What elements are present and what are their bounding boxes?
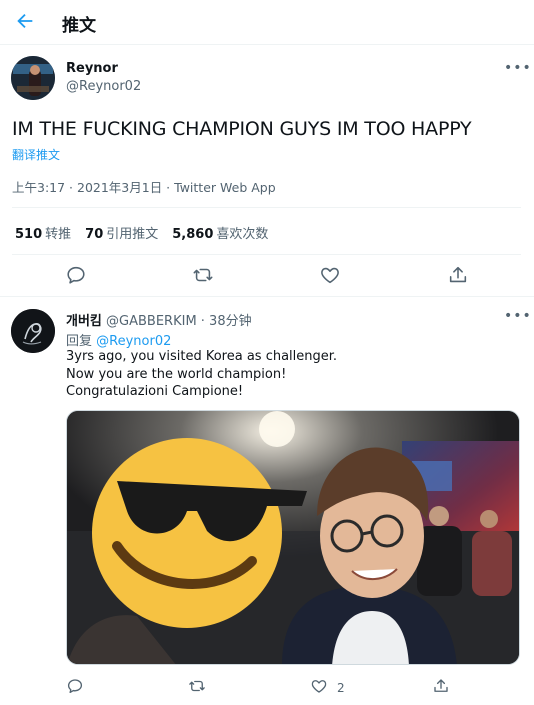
reply-text-line: Now you are the world champion! — [66, 367, 287, 382]
share-icon[interactable] — [432, 677, 450, 695]
reply-icon[interactable] — [66, 677, 84, 695]
replying-to: 回复 @Reynor02 — [66, 330, 171, 349]
reply-author-avatar[interactable] — [11, 309, 55, 353]
retweets-stat[interactable]: 510 转推 — [15, 223, 71, 242]
reply-text-line: Congratulazioni Campione! — [66, 384, 244, 399]
quotes-count: 70 — [85, 227, 104, 242]
divider — [12, 207, 521, 208]
quotes-stat[interactable]: 70 引用推文 — [85, 223, 158, 242]
author-avatar[interactable] — [11, 56, 55, 100]
likes-count: 5,860 — [172, 227, 214, 242]
more-options-icon[interactable]: ••• — [504, 60, 532, 76]
reply-text-line: 3yrs ago, you visited Korea as challenge… — [66, 349, 338, 364]
like-icon[interactable] — [310, 677, 328, 695]
reply-photo[interactable] — [66, 410, 520, 665]
tweet-timestamp[interactable]: 上午3:17 · 2021年3月1日 · Twitter Web App — [12, 177, 276, 196]
reply-author-handle[interactable]: @GABBERKIM · 38分钟 — [106, 314, 252, 329]
replying-prefix: 回复 — [66, 334, 97, 349]
quotes-label: 引用推文 — [106, 227, 159, 242]
share-icon[interactable] — [447, 264, 469, 286]
tweet-text: IM THE FUCKING CHAMPION GUYS IM TOO HAPP… — [12, 118, 472, 140]
like-icon[interactable] — [319, 264, 341, 286]
retweets-count: 510 — [15, 227, 43, 242]
reply-icon[interactable] — [65, 264, 87, 286]
reply-header: 개버킴 @GABBERKIM · 38分钟 — [66, 310, 252, 329]
page-title: 推文 — [62, 16, 96, 36]
likes-label: 喜欢次数 — [216, 227, 269, 242]
retweet-icon[interactable] — [192, 264, 214, 286]
likes-stat[interactable]: 5,860 喜欢次数 — [172, 223, 268, 242]
divider — [0, 296, 534, 297]
reply-author-name[interactable]: 개버킴 — [66, 314, 102, 329]
reply-action-bar — [0, 677, 534, 697]
replying-to-link[interactable]: @Reynor02 — [96, 334, 171, 349]
divider — [12, 254, 521, 255]
translate-tweet-link[interactable]: 翻译推文 — [12, 146, 60, 163]
tweet-action-bar — [0, 264, 534, 288]
author-name[interactable]: Reynor — [66, 61, 118, 76]
retweet-icon[interactable] — [188, 677, 206, 695]
tweet-stats: 510 转推 70 引用推文 5,860 喜欢次数 — [15, 223, 268, 242]
back-arrow-icon[interactable] — [14, 10, 36, 32]
reply-more-options-icon[interactable]: ••• — [504, 308, 532, 324]
top-bar: 推文 — [0, 0, 534, 45]
reply-like-count: 2 — [337, 681, 345, 695]
retweets-label: 转推 — [45, 227, 72, 242]
author-handle[interactable]: @Reynor02 — [66, 79, 141, 94]
